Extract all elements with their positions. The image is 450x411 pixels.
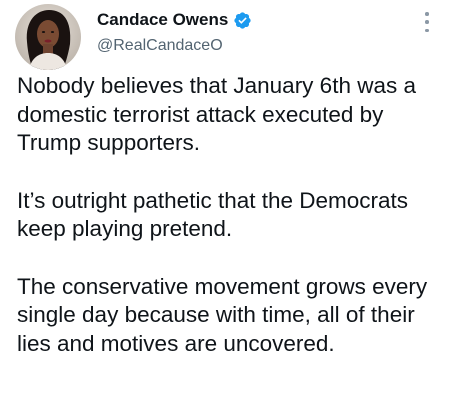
verified-badge-icon xyxy=(233,11,252,30)
user-name[interactable]: Candace Owens xyxy=(97,10,252,30)
more-dot xyxy=(425,12,429,16)
tweet-card[interactable]: Candace Owens @RealCandaceO Nobody belie… xyxy=(0,0,450,411)
more-dot xyxy=(425,20,429,24)
avatar[interactable] xyxy=(15,4,81,70)
more-options-icon[interactable] xyxy=(422,12,432,32)
tweet-paragraph-3: The conservative movement grows every si… xyxy=(17,273,428,356)
tweet-paragraph-1: Nobody believes that January 6th was a d… xyxy=(17,73,416,155)
tweet-paragraph-2: It’s outright pathetic that the Democrat… xyxy=(17,187,409,242)
user-name-text[interactable]: Candace Owens xyxy=(97,10,228,30)
user-handle[interactable]: @RealCandaceO xyxy=(97,37,223,55)
more-dot xyxy=(425,28,429,32)
tweet-text: Nobody believes that January 6th was a d… xyxy=(17,72,442,358)
